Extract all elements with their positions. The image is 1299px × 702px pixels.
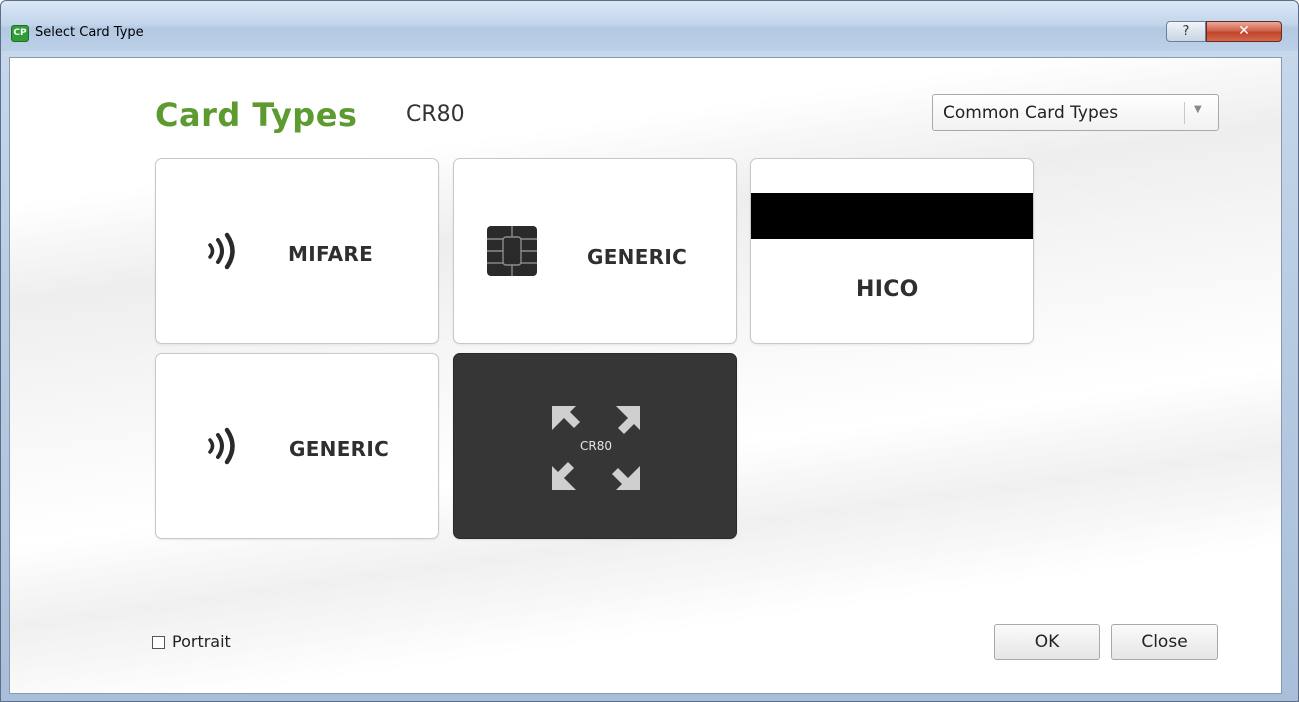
card-cr80-selected[interactable]: CR80 bbox=[453, 353, 737, 539]
rfid-icon bbox=[208, 427, 235, 465]
card-type-filter-dropdown[interactable]: Common Card Types ▼ bbox=[932, 94, 1219, 131]
magnetic-stripe bbox=[751, 193, 1033, 239]
card-label: GENERIC bbox=[289, 437, 390, 461]
card-generic-chip[interactable]: GENERIC bbox=[453, 158, 737, 344]
card-size-label: CR80 bbox=[406, 102, 465, 127]
card-hico[interactable]: HICO bbox=[750, 158, 1034, 344]
card-generic-rfid[interactable]: GENERIC bbox=[155, 353, 439, 539]
window-close-button[interactable]: ✕ bbox=[1206, 21, 1282, 42]
window-title: Select Card Type bbox=[35, 25, 144, 40]
title-bar[interactable]: CP Select Card Type ? ✕ bbox=[1, 1, 1298, 51]
dropdown-selected-value: Common Card Types bbox=[943, 103, 1119, 123]
chevron-down-icon[interactable]: ▼ bbox=[1194, 104, 1202, 115]
card-label: MIFARE bbox=[288, 242, 374, 266]
portrait-label[interactable]: Portrait bbox=[172, 632, 231, 651]
dialog-content: Card Types CR80 Common Card Types ▼ MIFA… bbox=[9, 57, 1282, 694]
close-button[interactable]: Close bbox=[1111, 624, 1218, 660]
help-button[interactable]: ? bbox=[1166, 21, 1206, 42]
select-card-type-dialog: CP Select Card Type ? ✕ Card Types CR80 … bbox=[0, 0, 1299, 702]
card-label: GENERIC bbox=[587, 245, 688, 269]
rfid-icon bbox=[208, 232, 235, 270]
card-label: HICO bbox=[856, 277, 919, 302]
dropdown-separator bbox=[1184, 102, 1185, 124]
page-title: Card Types bbox=[155, 96, 358, 134]
portrait-checkbox[interactable] bbox=[152, 636, 165, 649]
app-icon: CP bbox=[11, 25, 29, 42]
card-label: CR80 bbox=[580, 439, 612, 453]
ok-button[interactable]: OK bbox=[994, 624, 1100, 660]
chip-icon bbox=[487, 226, 537, 276]
card-mifare[interactable]: MIFARE bbox=[155, 158, 439, 344]
